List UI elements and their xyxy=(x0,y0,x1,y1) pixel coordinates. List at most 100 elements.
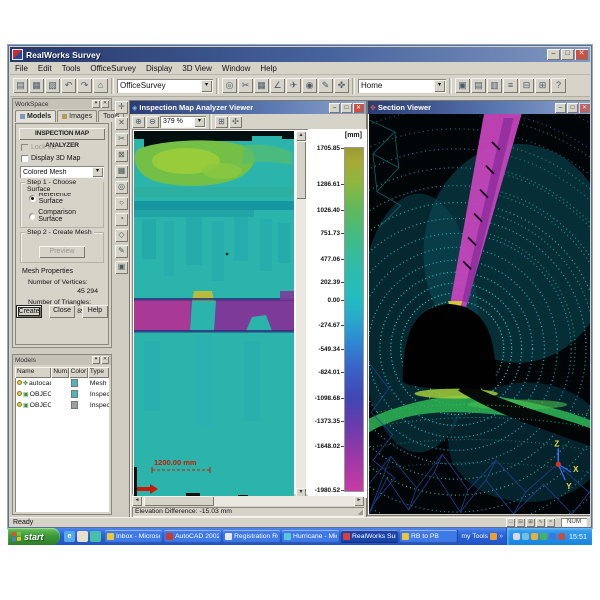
chevron-down-icon[interactable]: ▾ xyxy=(92,167,103,177)
toolbar-icon[interactable]: ↶ xyxy=(61,78,76,93)
section-viewer-titlebar[interactable]: ✥ Section Viewer – □ ✕ xyxy=(368,101,590,114)
column-header-name[interactable]: Name xyxy=(15,367,51,378)
menu-item[interactable]: Display xyxy=(141,63,177,74)
status-icon[interactable]: □ xyxy=(506,518,515,527)
mytools-toolbar[interactable]: my Tools » xyxy=(457,530,506,543)
task-button[interactable]: Inbox - Microsof... xyxy=(105,530,162,543)
preview-button[interactable]: Preview xyxy=(39,246,85,258)
task-button[interactable]: Registration Rep... xyxy=(223,530,280,543)
status-icon[interactable]: ⊟ xyxy=(516,518,525,527)
toolbar-icon[interactable]: ⊟ xyxy=(519,78,534,93)
status-icon[interactable]: ⊞ xyxy=(526,518,535,527)
checkbox-icon[interactable] xyxy=(21,155,28,162)
tool-icon[interactable]: ▣ xyxy=(115,261,128,274)
tray-icon[interactable] xyxy=(540,533,547,540)
menu-item[interactable]: Window xyxy=(217,63,255,74)
toolbar-icon[interactable]: ≡ xyxy=(503,78,518,93)
chevron-down-icon[interactable]: ▾ xyxy=(194,117,205,127)
status-icon[interactable]: ∿ xyxy=(536,518,545,527)
reference-surface-radio-row[interactable]: Reference Surface xyxy=(29,191,95,205)
toolbar-icon[interactable]: ▣ xyxy=(455,78,470,93)
column-header-color[interactable]: Color xyxy=(69,367,88,378)
app-titlebar[interactable]: RealWorks Survey – □ ✕ xyxy=(10,47,590,62)
menu-item[interactable]: File xyxy=(10,63,33,74)
tray-icon[interactable] xyxy=(531,533,538,540)
close-dialog-button[interactable]: Close xyxy=(49,305,75,318)
toolbar-icon[interactable]: ⊞ xyxy=(535,78,550,93)
menu-item[interactable]: OfficeSurvey xyxy=(85,63,141,74)
inspection-viewer-titlebar[interactable]: ◈ Inspection Map Analyzer Viewer – □ ✕ xyxy=(130,101,366,114)
help-button[interactable]: Help xyxy=(82,305,108,318)
task-button[interactable]: RealWorks Survey xyxy=(341,530,398,543)
tool-icon[interactable]: ▦ xyxy=(115,165,128,178)
minimize-button[interactable]: – xyxy=(329,103,340,113)
task-button[interactable]: Hurricane - Micro... xyxy=(282,530,339,543)
tool-icon[interactable]: ✂ xyxy=(115,133,128,146)
toolbar-icon[interactable]: ▦ xyxy=(29,78,44,93)
scrollbar-thumb[interactable] xyxy=(296,141,306,199)
table-row[interactable]: ✥autocad... Mesh xyxy=(15,378,109,389)
toolbar-icon[interactable]: ∠ xyxy=(270,78,285,93)
maximize-button[interactable]: □ xyxy=(341,103,352,113)
tool-icon[interactable]: ◇ xyxy=(115,229,128,242)
vertical-scrollbar[interactable]: ▲ ▼ xyxy=(296,131,306,498)
toolbar-icon[interactable]: ↷ xyxy=(77,78,92,93)
toolbar-icon[interactable]: ▤ xyxy=(471,78,486,93)
elevation-map[interactable]: 1200.00 mm xyxy=(134,131,294,498)
status-icon[interactable]: ≈ xyxy=(546,518,555,527)
menu-item[interactable]: Help xyxy=(255,63,281,74)
tab-models[interactable]: Models xyxy=(15,110,56,122)
zoom-in-icon[interactable]: ⊕ xyxy=(132,116,145,128)
section-3d-canvas[interactable]: Z X Y xyxy=(369,114,590,514)
table-row[interactable]: ▣OBJECT... Inspectio xyxy=(15,389,109,400)
visibility-bulb-icon[interactable] xyxy=(17,402,22,407)
toolbar-icon[interactable]: ✂ xyxy=(238,78,253,93)
tool-icon[interactable]: ✕ xyxy=(115,117,128,130)
mesh-type-combo[interactable]: Colored Mesh ▾ xyxy=(20,166,104,178)
scrollbar-thumb[interactable] xyxy=(144,496,214,506)
chevron-down-icon[interactable]: ▾ xyxy=(201,80,212,92)
close-button[interactable]: ✕ xyxy=(575,49,588,60)
resize-grip-icon[interactable]: ◢ xyxy=(358,508,363,516)
toolbar-icon[interactable]: ✜ xyxy=(334,78,349,93)
pin-button[interactable]: ▾ xyxy=(92,356,100,364)
scroll-up-icon[interactable]: ▲ xyxy=(296,131,306,141)
workflow-combo[interactable]: OfficeSurvey ▾ xyxy=(117,79,213,93)
quick-launch-icon[interactable]: e xyxy=(64,531,75,542)
menu-item[interactable]: Edit xyxy=(33,63,57,74)
maximize-button[interactable]: □ xyxy=(567,103,578,113)
settings-icon[interactable]: ✣ xyxy=(229,116,242,128)
toolbar-icon[interactable]: ✈ xyxy=(286,78,301,93)
tray-icon[interactable] xyxy=(558,533,565,540)
tool-icon[interactable]: ◔ xyxy=(115,213,128,226)
tool-icon[interactable]: ◎ xyxy=(115,181,128,194)
task-button[interactable]: AutoCAD 2002 xyxy=(164,530,221,543)
scroll-left-icon[interactable]: ◄ xyxy=(132,496,142,506)
zoom-level-combo[interactable]: 379 % ▾ xyxy=(160,116,206,128)
overflow-chevron-icon[interactable]: » xyxy=(499,533,503,540)
horizontal-scrollbar[interactable]: ◄ ► xyxy=(132,496,364,506)
checkbox-icon[interactable] xyxy=(21,144,28,151)
radio-icon[interactable] xyxy=(29,195,36,202)
close-panel-button[interactable]: ✕ xyxy=(101,356,109,364)
visibility-bulb-icon[interactable] xyxy=(17,391,22,396)
quick-launch-icon[interactable] xyxy=(77,531,88,542)
minimize-button[interactable]: – xyxy=(555,103,566,113)
toolbar-icon[interactable]: ▨ xyxy=(45,78,60,93)
task-button[interactable]: RB to PB xyxy=(400,530,457,543)
tool-icon[interactable]: ✎ xyxy=(115,245,128,258)
tool-icon[interactable]: ○ xyxy=(115,197,128,210)
fit-view-icon[interactable]: ⊞ xyxy=(215,116,228,128)
toolbar-icon[interactable]: ▦ xyxy=(254,78,269,93)
create-button[interactable]: Create xyxy=(16,305,42,318)
tab-images[interactable]: Images xyxy=(57,110,97,122)
visibility-bulb-icon[interactable] xyxy=(17,380,22,385)
tray-icon[interactable] xyxy=(513,533,520,540)
zoom-out-icon[interactable]: ⊖ xyxy=(146,116,159,128)
minimize-button[interactable]: – xyxy=(547,49,560,60)
toolbar-icon[interactable]: ▤ xyxy=(13,78,28,93)
toolbar-icon[interactable]: ◎ xyxy=(222,78,237,93)
menu-item[interactable]: 3D View xyxy=(177,63,217,74)
tray-icon[interactable] xyxy=(522,533,529,540)
toolbar-icon[interactable]: ? xyxy=(551,78,566,93)
